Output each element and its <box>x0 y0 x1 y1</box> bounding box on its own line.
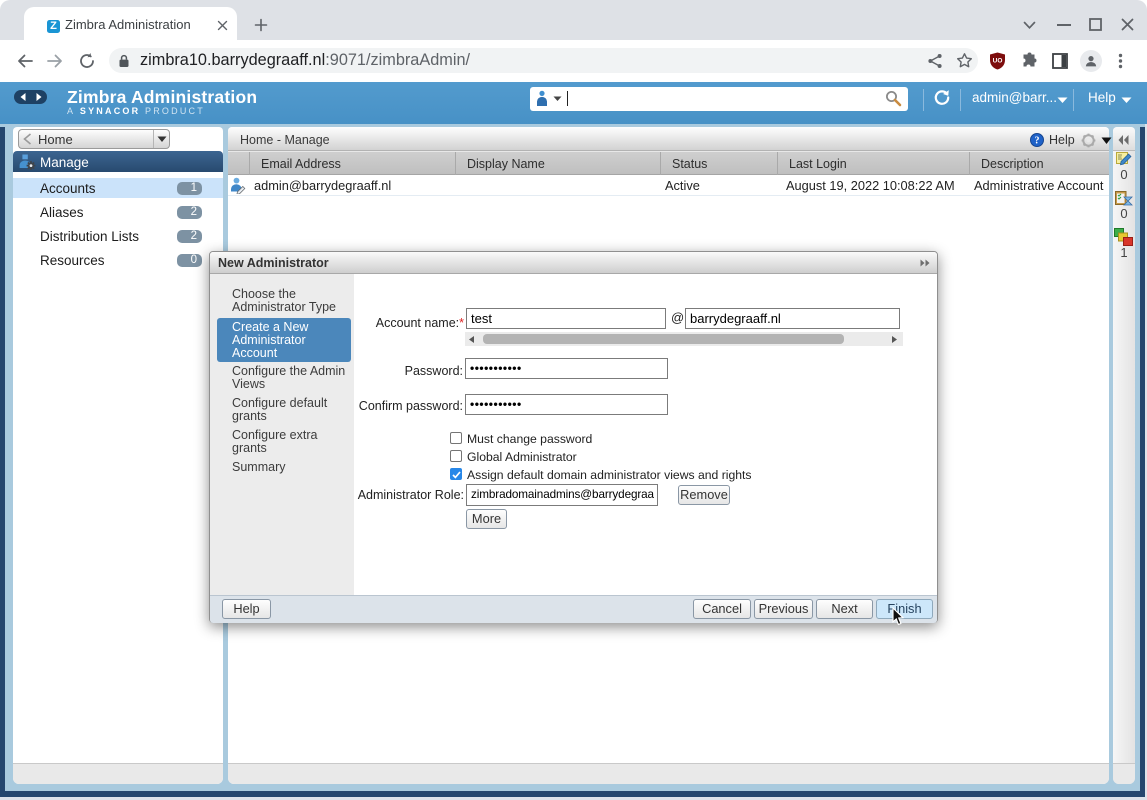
svg-text:UO: UO <box>993 58 1003 65</box>
svg-text:?: ? <box>1035 136 1040 147</box>
